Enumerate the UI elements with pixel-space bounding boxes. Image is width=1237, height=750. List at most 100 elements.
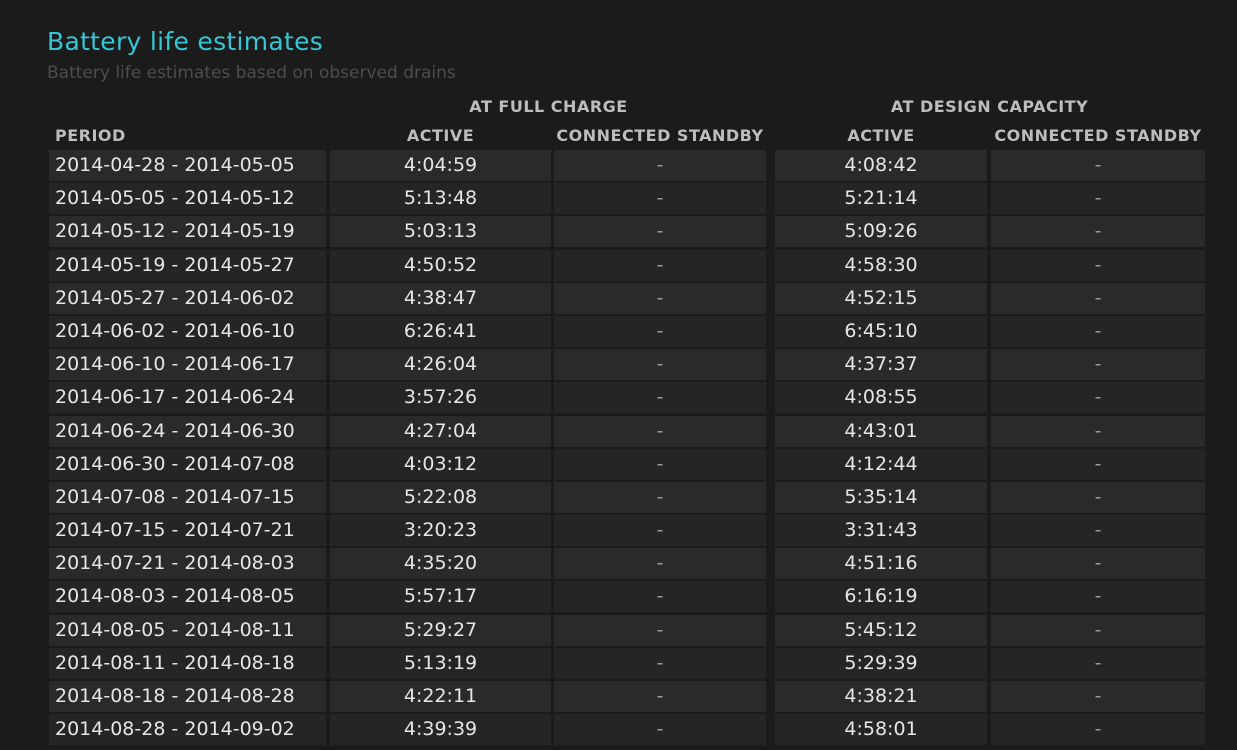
full-charge-active-cell: 4:50:52 [330,249,551,281]
design-standby-cell: - [991,448,1205,480]
full-charge-standby-cell: - [554,581,766,613]
table-row: 2014-05-05 - 2014-05-12 5:13:48-5:21:14- [49,183,1205,215]
design-active-cell: 4:52:15 [775,282,987,314]
table-row: 2014-06-02 - 2014-06-10 6:26:41-6:45:10- [49,315,1205,347]
period-cell: 2014-05-19 - 2014-05-27 [49,249,326,281]
design-active-cell: 4:38:21 [775,681,987,712]
design-standby-cell: - [991,581,1205,613]
period-cell: 2014-05-27 - 2014-06-02 [49,282,326,314]
period-cell: 2014-08-28 - 2014-09-02 [49,714,326,746]
design-standby-cell: - [991,349,1205,381]
table-row: 2014-07-21 - 2014-08-03 4:35:20-4:51:16- [49,548,1205,580]
period-cell: 2014-06-17 - 2014-06-24 [49,382,326,414]
full-charge-active-cell: 4:39:39 [330,714,551,746]
full-charge-standby-cell: - [554,515,766,547]
period-cell: 2014-06-24 - 2014-06-30 [49,415,326,447]
design-active-cell: 6:16:19 [775,581,987,613]
design-active-cell: 5:35:14 [775,481,987,513]
design-active-cell: 4:58:01 [775,714,987,746]
column-header-period: PERIOD [55,126,126,145]
full-charge-standby-cell: - [554,614,766,646]
table-row: 2014-06-10 - 2014-06-17 4:26:04-4:37:37- [49,349,1205,381]
table-row: 2014-08-28 - 2014-09-02 4:39:39-4:58:01- [49,714,1205,746]
period-cell: 2014-04-28 - 2014-05-05 [49,150,326,181]
design-standby-cell: - [991,614,1205,646]
full-charge-standby-cell: - [554,282,766,314]
design-active-cell: 5:21:14 [775,183,987,215]
design-active-cell: 3:31:43 [775,515,987,547]
full-charge-standby-cell: - [554,382,766,414]
table-row: 2014-06-30 - 2014-07-08 4:03:12-4:12:44- [49,448,1205,480]
estimates-table: 2014-04-28 - 2014-05-05 4:04:59-4:08:42-2… [49,150,1205,747]
column-header-design-standby: CONNECTED STANDBY [994,126,1202,145]
period-cell: 2014-05-12 - 2014-05-19 [49,216,326,248]
period-cell: 2014-05-05 - 2014-05-12 [49,183,326,215]
table-row: 2014-08-05 - 2014-08-11 5:29:27-5:45:12- [49,614,1205,646]
group-header-design-capacity: AT DESIGN CAPACITY [890,97,1089,116]
design-active-cell: 5:09:26 [775,216,987,248]
design-active-cell: 6:45:10 [775,315,987,347]
full-charge-active-cell: 4:03:12 [330,448,551,480]
period-cell: 2014-07-08 - 2014-07-15 [49,481,326,513]
period-cell: 2014-08-03 - 2014-08-05 [49,581,326,613]
design-standby-cell: - [991,481,1205,513]
full-charge-active-cell: 3:57:26 [330,382,551,414]
design-standby-cell: - [991,515,1205,547]
full-charge-active-cell: 4:22:11 [330,681,551,712]
full-charge-active-cell: 4:26:04 [330,349,551,381]
full-charge-active-cell: 5:13:19 [330,647,551,679]
table-row: 2014-05-12 - 2014-05-19 5:03:13-5:09:26- [49,216,1205,248]
period-cell: 2014-06-10 - 2014-06-17 [49,349,326,381]
column-header-full-charge-active: ACTIVE [406,126,475,145]
full-charge-active-cell: 4:35:20 [330,548,551,580]
design-standby-cell: - [991,249,1205,281]
full-charge-active-cell: 5:29:27 [330,614,551,646]
design-standby-cell: - [991,415,1205,447]
page-subtitle: Battery life estimates based on observed… [47,63,456,83]
table-row: 2014-05-19 - 2014-05-27 4:50:52-4:58:30- [49,249,1205,281]
design-standby-cell: - [991,548,1205,580]
design-active-cell: 4:43:01 [775,415,987,447]
full-charge-standby-cell: - [554,714,766,746]
full-charge-standby-cell: - [554,681,766,712]
period-cell: 2014-06-02 - 2014-06-10 [49,315,326,347]
table-row: 2014-05-27 - 2014-06-02 4:38:47-4:52:15- [49,282,1205,314]
full-charge-standby-cell: - [554,249,766,281]
period-cell: 2014-07-15 - 2014-07-21 [49,515,326,547]
design-standby-cell: - [991,150,1205,181]
period-cell: 2014-07-21 - 2014-08-03 [49,548,326,580]
table-row: 2014-08-03 - 2014-08-05 5:57:17-6:16:19- [49,581,1205,613]
design-active-cell: 4:51:16 [775,548,987,580]
design-active-cell: 5:45:12 [775,614,987,646]
full-charge-standby-cell: - [554,481,766,513]
group-header-full-charge: AT FULL CHARGE [469,97,628,116]
full-charge-active-cell: 3:20:23 [330,515,551,547]
table-row: 2014-07-15 - 2014-07-21 3:20:23-3:31:43- [49,515,1205,547]
page-title: Battery life estimates [47,27,324,56]
full-charge-active-cell: 4:04:59 [330,150,551,181]
full-charge-standby-cell: - [554,183,766,215]
design-active-cell: 5:29:39 [775,647,987,679]
design-active-cell: 4:37:37 [775,349,987,381]
table-row: 2014-04-28 - 2014-05-05 4:04:59-4:08:42- [49,150,1205,181]
full-charge-standby-cell: - [554,349,766,381]
design-active-cell: 4:12:44 [775,448,987,480]
period-cell: 2014-06-30 - 2014-07-08 [49,448,326,480]
design-active-cell: 4:08:55 [775,382,987,414]
column-header-design-active: ACTIVE [847,126,915,145]
full-charge-standby-cell: - [554,216,766,248]
full-charge-active-cell: 5:03:13 [330,216,551,248]
period-cell: 2014-08-05 - 2014-08-11 [49,614,326,646]
design-standby-cell: - [991,714,1205,746]
table-row: 2014-08-11 - 2014-08-18 5:13:19-5:29:39- [49,647,1205,679]
table-row: 2014-06-24 - 2014-06-30 4:27:04-4:43:01- [49,415,1205,447]
design-active-cell: 4:08:42 [775,150,987,181]
design-standby-cell: - [991,216,1205,248]
design-standby-cell: - [991,647,1205,679]
full-charge-standby-cell: - [554,548,766,580]
design-standby-cell: - [991,382,1205,414]
table-row: 2014-08-18 - 2014-08-28 4:22:11-4:38:21- [49,681,1205,712]
full-charge-standby-cell: - [554,647,766,679]
full-charge-standby-cell: - [554,448,766,480]
full-charge-active-cell: 5:22:08 [330,481,551,513]
